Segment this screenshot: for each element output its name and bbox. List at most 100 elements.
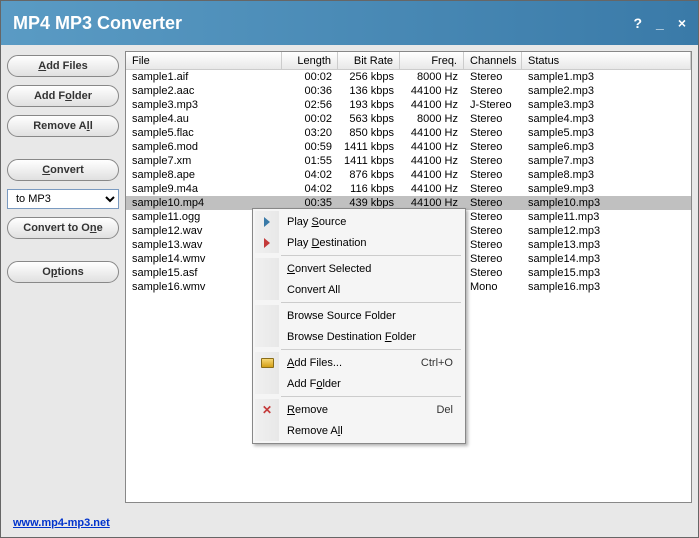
header-channels[interactable]: Channels [464, 52, 522, 69]
cell: sample10.mp3 [522, 197, 691, 209]
context-menu: Play Source Play Destination Convert Sel… [252, 208, 466, 444]
cell: sample16.mp3 [522, 281, 691, 293]
cell: 44100 Hz [400, 141, 464, 153]
cell: Stereo [464, 253, 522, 265]
table-row[interactable]: sample6.mod00:591411 kbps44100 HzStereos… [126, 140, 691, 154]
menu-convert-all[interactable]: Convert All [255, 279, 463, 300]
format-select[interactable]: to MP3 [7, 189, 119, 209]
play-dest-icon [255, 232, 279, 253]
menu-remove[interactable]: ✕ Remove Del [255, 399, 463, 420]
cell: 44100 Hz [400, 155, 464, 167]
table-row[interactable]: sample4.au00:02563 kbps8000 HzStereosamp… [126, 112, 691, 126]
cell: 00:02 [282, 71, 338, 83]
cell: 1411 kbps [338, 141, 400, 153]
cell: 136 kbps [338, 85, 400, 97]
menu-separator [281, 349, 461, 350]
add-files-button[interactable]: Add Files [7, 55, 119, 77]
cell: 193 kbps [338, 99, 400, 111]
table-row[interactable]: sample1.aif00:02256 kbps8000 HzStereosam… [126, 70, 691, 84]
menu-add-folder[interactable]: Add Folder [255, 373, 463, 394]
cell: Stereo [464, 71, 522, 83]
header-length[interactable]: Length [282, 52, 338, 69]
cell: 44100 Hz [400, 99, 464, 111]
cell: Stereo [464, 127, 522, 139]
remove-all-button[interactable]: Remove All [7, 115, 119, 137]
cell: 02:56 [282, 99, 338, 111]
cell: Stereo [464, 183, 522, 195]
cell: Mono [464, 281, 522, 293]
header-bitrate[interactable]: Bit Rate [338, 52, 400, 69]
cell: 876 kbps [338, 169, 400, 181]
cell: 04:02 [282, 183, 338, 195]
cell: 850 kbps [338, 127, 400, 139]
cell: Stereo [464, 141, 522, 153]
app-title: MP4 MP3 Converter [13, 13, 633, 34]
menu-separator [281, 396, 461, 397]
cell: Stereo [464, 267, 522, 279]
cell: 00:59 [282, 141, 338, 153]
cell: sample15.mp3 [522, 267, 691, 279]
cell: sample3.mp3 [522, 99, 691, 111]
cell: 1411 kbps [338, 155, 400, 167]
window-controls: ? _ × [633, 15, 686, 31]
app-window: MP4 MP3 Converter ? _ × Add Files Add Fo… [0, 0, 699, 538]
header-freq[interactable]: Freq. [400, 52, 464, 69]
cell: 44100 Hz [400, 85, 464, 97]
menu-play-destination[interactable]: Play Destination [255, 232, 463, 253]
help-button[interactable]: ? [633, 15, 642, 31]
folder-open-icon [255, 352, 279, 373]
close-button[interactable]: × [678, 15, 686, 31]
cell: sample4.mp3 [522, 113, 691, 125]
cell: 44100 Hz [400, 183, 464, 195]
footer: www.mp4-mp3.net [1, 509, 698, 537]
table-row[interactable]: sample7.xm01:551411 kbps44100 HzStereosa… [126, 154, 691, 168]
cell: sample12.mp3 [522, 225, 691, 237]
menu-convert-selected[interactable]: Convert Selected [255, 258, 463, 279]
play-icon [255, 211, 279, 232]
cell: sample8.mp3 [522, 169, 691, 181]
titlebar: MP4 MP3 Converter ? _ × [1, 1, 698, 45]
table-row[interactable]: sample8.ape04:02876 kbps44100 HzStereosa… [126, 168, 691, 182]
table-row[interactable]: sample2.aac00:36136 kbps44100 HzStereosa… [126, 84, 691, 98]
cell: sample1.aif [126, 71, 282, 83]
cell: sample3.mp3 [126, 99, 282, 111]
options-button[interactable]: Options [7, 261, 119, 283]
menu-add-files[interactable]: Add Files... Ctrl+O [255, 352, 463, 373]
website-link[interactable]: www.mp4-mp3.net [13, 517, 110, 529]
cell: sample13.mp3 [522, 239, 691, 251]
cell: 00:02 [282, 113, 338, 125]
cell: 8000 Hz [400, 71, 464, 83]
cell: sample1.mp3 [522, 71, 691, 83]
header-file[interactable]: File [126, 52, 282, 69]
cell: 00:36 [282, 85, 338, 97]
cell: 563 kbps [338, 113, 400, 125]
table-row[interactable]: sample5.flac03:20850 kbps44100 HzStereos… [126, 126, 691, 140]
cell: sample2.mp3 [522, 85, 691, 97]
cell: Stereo [464, 155, 522, 167]
cell: J-Stereo [464, 99, 522, 111]
cell: sample5.flac [126, 127, 282, 139]
cell: Stereo [464, 85, 522, 97]
table-row[interactable]: sample9.m4a04:02116 kbps44100 HzStereosa… [126, 182, 691, 196]
cell: Stereo [464, 113, 522, 125]
convert-to-one-button[interactable]: Convert to One [7, 217, 119, 239]
cell: 256 kbps [338, 71, 400, 83]
cell: 01:55 [282, 155, 338, 167]
cell: sample14.mp3 [522, 253, 691, 265]
menu-remove-all[interactable]: Remove All [255, 420, 463, 441]
menu-play-source[interactable]: Play Source [255, 211, 463, 232]
add-folder-button[interactable]: Add Folder [7, 85, 119, 107]
cell: sample6.mp3 [522, 141, 691, 153]
cell: sample9.m4a [126, 183, 282, 195]
header-status[interactable]: Status [522, 52, 691, 69]
table-row[interactable]: sample3.mp302:56193 kbps44100 HzJ-Stereo… [126, 98, 691, 112]
minimize-button[interactable]: _ [656, 15, 664, 31]
delete-icon: ✕ [255, 399, 279, 420]
cell: sample7.xm [126, 155, 282, 167]
cell: 116 kbps [338, 183, 400, 195]
menu-separator [281, 255, 461, 256]
menu-browse-source[interactable]: Browse Source Folder [255, 305, 463, 326]
menu-browse-destination[interactable]: Browse Destination Folder [255, 326, 463, 347]
cell: 44100 Hz [400, 127, 464, 139]
convert-button[interactable]: Convert [7, 159, 119, 181]
